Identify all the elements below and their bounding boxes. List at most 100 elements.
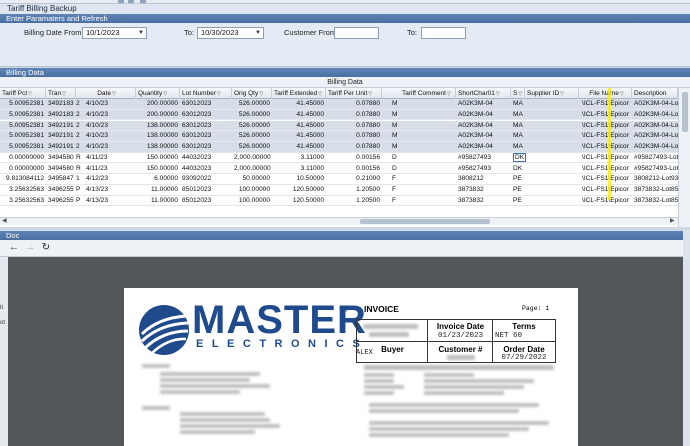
table-cell[interactable]: A02K3M-04 <box>456 99 511 110</box>
table-cell[interactable]: 63012023 <box>180 142 232 153</box>
table-cell[interactable]: A02K3M-04-Lot <box>632 131 678 142</box>
table-cell[interactable]: 526.00000 <box>232 131 272 142</box>
table-cell[interactable]: D <box>390 164 402 175</box>
table-cell[interactable]: D <box>390 153 402 164</box>
table-cell[interactable]: F <box>390 174 402 185</box>
toolbar-icon[interactable] <box>128 0 134 3</box>
table-cell[interactable]: \ICL-FS1\Epicor <box>580 185 632 196</box>
table-cell[interactable]: R <box>74 164 84 175</box>
table-row[interactable]: 3.25632563 3496255 P 4/13/23 11.00000 8501202… <box>0 196 678 207</box>
column-header[interactable]: Tariff Comment▽ <box>400 88 456 99</box>
table-cell[interactable]: 2,000.00000 <box>232 164 272 175</box>
table-cell[interactable]: PE <box>511 185 531 196</box>
table-cell[interactable]: 2,000.00000 <box>232 153 272 164</box>
table-cell[interactable] <box>531 185 579 196</box>
table-cell[interactable]: 100.00000 <box>232 185 272 196</box>
table-cell[interactable]: 3.11000 <box>272 153 326 164</box>
table-cell[interactable]: 120.50000 <box>272 185 326 196</box>
scroll-right-icon[interactable]: ▶ <box>670 218 675 225</box>
table-cell[interactable]: A02K3M-04-Lot <box>632 142 678 153</box>
table-cell[interactable]: 44032023 <box>180 153 232 164</box>
scroll-thumb[interactable] <box>682 92 688 132</box>
table-cell[interactable] <box>531 121 579 132</box>
table-cell[interactable]: 100.00000 <box>232 196 272 207</box>
table-cell[interactable]: 2 <box>74 110 84 121</box>
table-cell[interactable]: 138.00000 <box>136 121 180 132</box>
table-cell[interactable]: 85012023 <box>180 185 232 196</box>
table-cell[interactable]: \ICL-FS1\Epicor <box>580 110 632 121</box>
table-cell[interactable]: 0.07880 <box>326 131 382 142</box>
table-cell[interactable]: PE <box>511 196 531 207</box>
table-cell[interactable]: 50.00000 <box>232 174 272 185</box>
table-cell[interactable]: 93092022 <box>180 174 232 185</box>
table-cell[interactable]: \ICL-FS1\Epicor <box>580 174 632 185</box>
table-cell[interactable]: 41.45000 <box>272 121 326 132</box>
table-cell[interactable]: 3496255 <box>46 185 76 196</box>
table-cell[interactable]: M <box>390 131 402 142</box>
table-cell[interactable]: F <box>390 196 402 207</box>
table-row[interactable]: 0.00000000 3494580 R 4/11/23 150.00000 440320… <box>0 164 678 175</box>
table-cell[interactable]: MA <box>511 121 531 132</box>
table-cell[interactable] <box>531 142 579 153</box>
table-cell[interactable]: 6.00000 <box>136 174 180 185</box>
filter-icon[interactable]: ▽ <box>217 91 221 97</box>
filter-icon[interactable]: ▽ <box>112 91 116 97</box>
column-header[interactable]: Orig Qty▽ <box>232 88 272 99</box>
filter-icon[interactable]: ▽ <box>518 91 522 97</box>
table-cell[interactable]: 3873832-Lot85 <box>632 196 678 207</box>
table-cell[interactable]: 150.00000 <box>136 164 180 175</box>
table-cell[interactable] <box>531 174 579 185</box>
table-cell[interactable]: 41.45000 <box>272 99 326 110</box>
column-header[interactable]: Supplier ID▽ <box>525 88 579 99</box>
column-header[interactable]: Tran▽ <box>46 88 76 99</box>
table-cell[interactable] <box>531 131 579 142</box>
table-cell[interactable]: 3492183 <box>46 99 76 110</box>
table-cell[interactable] <box>531 196 579 207</box>
column-header[interactable]: Lot Number▽ <box>180 88 232 99</box>
table-cell[interactable]: 3.25632563 <box>0 185 46 196</box>
table-cell[interactable]: 63012023 <box>180 131 232 142</box>
customer-from-input[interactable] <box>334 27 379 39</box>
table-cell[interactable]: DK <box>511 152 531 164</box>
table-cell[interactable]: 41.45000 <box>272 110 326 121</box>
table-cell[interactable]: 3496255 <box>46 196 76 207</box>
table-cell[interactable]: 41.45000 <box>272 142 326 153</box>
table-row[interactable]: 0.00000000 3494580 R 4/11/23 150.00000 440320… <box>0 152 678 164</box>
table-cell[interactable]: F <box>390 185 402 196</box>
table-cell[interactable]: \ICL-FS1\Epicor <box>580 142 632 153</box>
column-header[interactable]: Tariff Extended▽ <box>272 88 326 99</box>
table-cell[interactable]: 0.00000000 <box>0 164 46 175</box>
column-header[interactable]: Tariff Pct▽ <box>0 88 46 99</box>
chevron-down-icon[interactable]: ▼ <box>255 28 261 38</box>
table-cell[interactable]: 1.20500 <box>326 196 382 207</box>
table-cell[interactable]: 41.45000 <box>272 131 326 142</box>
table-cell[interactable]: 526.00000 <box>232 110 272 121</box>
table-cell[interactable]: 10.50000 <box>272 174 326 185</box>
table-cell[interactable]: M <box>390 110 402 121</box>
table-cell[interactable]: 3873832-Lot85 <box>632 185 678 196</box>
table-cell[interactable]: 2 <box>74 131 84 142</box>
table-cell[interactable]: A02K3M-04-Lot <box>632 99 678 110</box>
table-cell[interactable]: 0.07880 <box>326 121 382 132</box>
column-header[interactable]: Quantity▽ <box>136 88 180 99</box>
table-cell[interactable]: \ICL-FS1\Epicor <box>580 121 632 132</box>
table-cell[interactable]: A02K3M-04 <box>456 110 511 121</box>
table-cell[interactable]: 4/10/23 <box>84 131 136 142</box>
table-row[interactable]: 5.00952381 3492191 2 4/10/23 138.00000 630120… <box>0 131 678 142</box>
table-cell[interactable]: 5.00952381 <box>0 99 46 110</box>
vertical-scrollbar[interactable] <box>678 88 690 227</box>
table-cell[interactable]: 85012023 <box>180 196 232 207</box>
table-cell[interactable]: R <box>74 153 84 164</box>
horizontal-scrollbar[interactable]: ◀ ▶ <box>0 217 678 225</box>
column-header[interactable]: File Name▽ <box>580 88 632 99</box>
billing-date-to-combo[interactable]: 10/30/2023 ▼ <box>197 27 264 39</box>
table-cell[interactable]: 4/10/23 <box>84 142 136 153</box>
customer-to-input[interactable] <box>421 27 466 39</box>
table-cell[interactable]: 0.07880 <box>326 110 382 121</box>
table-cell[interactable]: \ICL-FS1\Epicor <box>580 99 632 110</box>
table-cell[interactable]: 200.00000 <box>136 110 180 121</box>
table-cell[interactable]: 3.11000 <box>272 164 326 175</box>
toolbar-icon[interactable] <box>140 0 146 3</box>
table-cell[interactable]: A02K3M-04-Lot <box>632 110 678 121</box>
table-cell[interactable]: 3494580 <box>46 164 76 175</box>
